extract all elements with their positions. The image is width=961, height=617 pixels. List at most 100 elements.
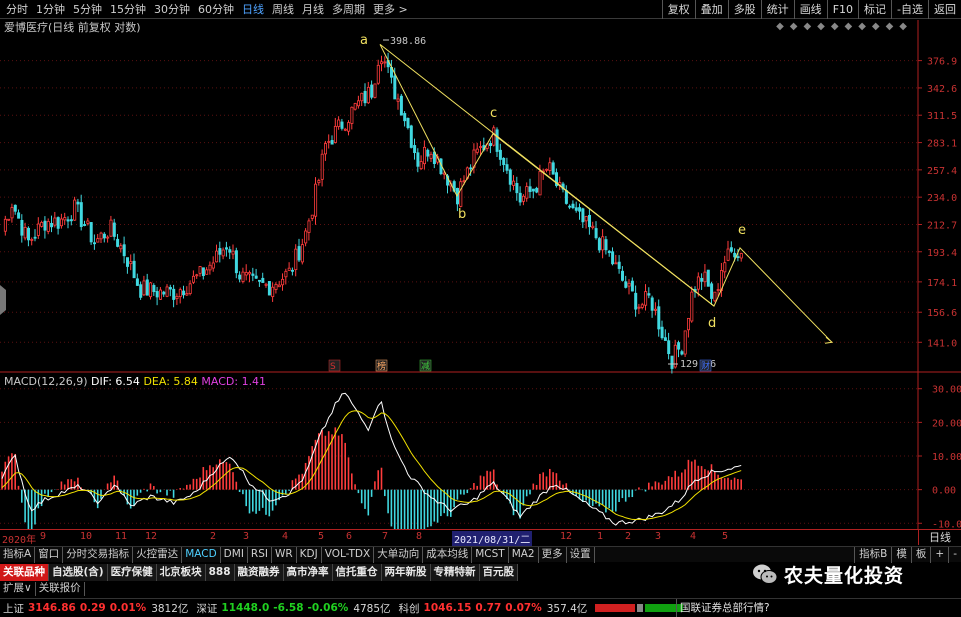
ext-tab-0[interactable]: 扩展∨ [0,582,36,596]
indicator-right-4[interactable]: - [948,547,961,563]
sector-tab-10[interactable]: 百元股 [479,564,519,581]
candle-down [290,269,294,272]
tool-button-7[interactable]: -自选 [891,0,928,19]
indicator-tab-12[interactable]: MCST [472,546,509,563]
indicator-right-3[interactable]: + [930,547,948,563]
indicator-tab-8[interactable]: KDJ [297,546,322,563]
price-tick-label: 376.9 [927,57,957,68]
indicator-tab-1[interactable]: 窗口 [35,546,64,563]
candle-up [3,218,7,232]
candle-up [158,289,162,300]
candle-down [201,267,205,277]
price-tick-label: 174.1 [927,278,957,289]
candle-up [23,226,27,239]
candle-up [294,248,298,271]
candle-up [215,250,219,263]
tool-button-6[interactable]: 标记 [858,0,891,19]
date-label-0: 2020年 [2,535,37,546]
candle-up [231,250,235,255]
indicator-tab-6[interactable]: RSI [248,546,272,563]
period-tab-10[interactable]: 更多 > [369,0,412,19]
candle-down [581,208,585,223]
period-tab-1[interactable]: 1分钟 [32,0,69,19]
candle-up [373,83,377,98]
period-tab-9[interactable]: 多周期 [328,0,369,19]
period-tab-4[interactable]: 30分钟 [150,0,194,19]
sector-tab-2[interactable]: 医疗保健 [107,564,157,581]
sector-tab-0[interactable]: 关联品种 [0,564,49,581]
indicator-right-2[interactable]: 板 [910,547,931,563]
kline-chart[interactable]: 376.9 342.6 311.5 283.1 257.4 234.0 212.7 193.4… [0,20,961,530]
tool-button-4[interactable]: 画线 [793,0,827,19]
indicator-tab-4[interactable]: MACD [182,546,221,563]
sector-tab-1[interactable]: 自选股(含) [49,564,108,581]
candle-down [155,291,159,298]
candle-down [634,292,638,310]
dif-line [1,392,742,526]
candle-up [627,282,631,287]
news-ticker[interactable]: 国联证券总部行情? [676,599,770,617]
tool-button-2[interactable]: 多股 [727,0,761,19]
tool-button-5[interactable]: F10 [826,0,858,19]
candle-up [271,286,275,298]
period-tab-8[interactable]: 月线 [298,0,328,19]
candle-down [710,283,714,299]
extension-tabs: 扩展∨ 关联报价 [0,582,85,596]
date-label-10: 7 [382,531,389,542]
candle-down [528,186,532,192]
sector-tab-4[interactable]: 888 [205,564,235,581]
indicator-tab-13[interactable]: MA2 [509,546,539,563]
sector-tab-3[interactable]: 北京板块 [156,564,206,581]
candle-up [644,291,648,306]
candle-up [274,283,278,290]
sector-tab-6[interactable]: 高市净率 [283,564,333,581]
candle-up [248,272,252,275]
indicator-tab-9[interactable]: VOL-TDX [322,546,375,563]
macd-name: MACD(12,26,9) [4,375,88,388]
tool-button-1[interactable]: 叠加 [694,0,728,19]
candle-up [175,296,179,299]
candle-down [102,233,106,239]
sector-tab-8[interactable]: 两年新股 [381,564,431,581]
tool-button-3[interactable]: 统计 [760,0,794,19]
price-tick-label: 311.5 [927,111,957,122]
candle-up [307,220,311,233]
date-axis: 2020年91011122345678112123452021/08/31/二 [0,529,918,546]
tool-button-8[interactable]: 返回 [928,0,961,19]
period-indicator[interactable]: 日线 [918,529,961,545]
candle-up [323,143,327,155]
indicator-tab-14[interactable]: 更多 [539,546,567,563]
date-label-1: 9 [40,531,47,542]
sector-tab-9[interactable]: 专精特新 [430,564,480,581]
period-tab-2[interactable]: 5分钟 [69,0,106,19]
indicator-tab-11[interactable]: 成本均线 [423,546,473,563]
indicator-tab-15[interactable]: 设置 [567,546,595,563]
sector-tab-5[interactable]: 融资融券 [234,564,284,581]
indicator-tab-10[interactable]: 大单动向 [374,546,424,563]
wave-label-b: b [458,207,466,222]
ext-tab-1[interactable]: 关联报价 [36,582,85,596]
period-tab-5[interactable]: 60分钟 [194,0,238,19]
indicator-tab-7[interactable]: WR [272,546,297,563]
period-tab-6[interactable]: 日线 [238,0,268,19]
period-tab-7[interactable]: 周线 [268,0,298,19]
indicator-tab-2[interactable]: 分时交易指标 [63,546,134,563]
period-tabs: 分时 1分钟 5分钟 15分钟 30分钟 60分钟 日线 周线 月线 多周期 更多 > [0,0,412,19]
sz-price: 11448.0 [221,602,270,614]
period-tab-0[interactable]: 分时 [2,0,32,19]
candle-up [396,98,400,102]
sz-amount: 4785亿 [353,602,391,615]
candle-up [46,221,50,232]
wave-label-a: a [360,33,368,48]
candle-down [43,220,47,231]
indicator-tab-5[interactable]: DMI [221,546,248,563]
wechat-icon [753,564,778,584]
sector-tab-7[interactable]: 信托重仓 [332,564,382,581]
candle-down [76,201,80,205]
period-tab-3[interactable]: 15分钟 [106,0,150,19]
indicator-tab-0[interactable]: 指标A [0,546,36,563]
date-label-3: 11 [115,531,128,542]
indicator-tab-3[interactable]: 火控雷达 [133,546,183,563]
tool-button-0[interactable]: 复权 [661,0,695,19]
candle-up [333,125,337,143]
